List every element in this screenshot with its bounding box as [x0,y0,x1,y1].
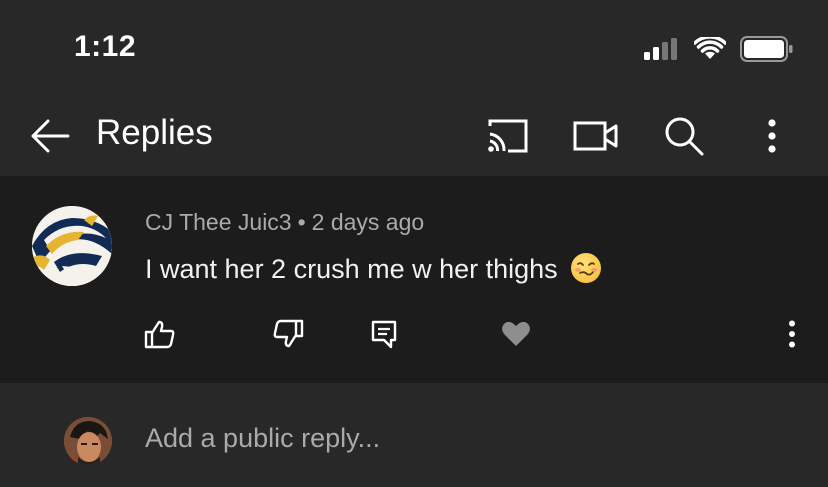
comment-icon [371,320,397,349]
reply-input[interactable] [145,423,745,454]
user-avatar [64,417,112,465]
like-button[interactable] [142,316,178,352]
comment-more-button[interactable] [774,316,810,352]
thumbs-up-icon [144,320,175,349]
create-button[interactable] [572,112,620,160]
woozy-face-emoji-icon [571,253,602,283]
comment-author[interactable]: CJ Thee Juic3 [145,209,292,235]
thumbs-down-icon [273,319,304,348]
search-icon [665,117,704,156]
user-avatar-icon [64,417,112,465]
status-bar: 1:12 [0,0,828,96]
heart-button[interactable] [498,316,534,352]
status-time: 1:12 [74,30,137,63]
comment-age: 2 days ago [311,209,425,235]
cast-icon [488,119,528,153]
heart-icon [502,321,530,346]
avatar[interactable] [32,206,112,286]
comment-text: I want her 2 crush me w her thighs [145,254,558,284]
wifi-icon [694,37,726,59]
app-header: Replies [0,96,828,176]
camera-icon [573,121,618,151]
status-icons [644,36,794,62]
comment-meta: CJ Thee Juic3 • 2 days ago [145,209,424,236]
back-arrow-icon [31,119,70,153]
back-button[interactable] [28,114,72,158]
more-options-button[interactable] [748,112,796,160]
dislike-button[interactable] [270,316,306,352]
comment-item: CJ Thee Juic3 • 2 days ago I want her 2 cr… [0,176,828,383]
search-button[interactable] [660,112,708,160]
predator-logo-icon [32,206,112,286]
reply-bar [0,383,828,487]
meta-separator: • [297,209,306,235]
cast-button[interactable] [484,112,532,160]
reply-button[interactable] [366,316,402,352]
more-vert-icon [789,320,795,348]
comment-body: I want her 2 crush me w her thighs [145,253,602,285]
cellular-signal-icon [644,38,677,60]
page-title: Replies [96,113,213,152]
more-vert-icon [768,119,776,153]
battery-icon [740,36,793,62]
